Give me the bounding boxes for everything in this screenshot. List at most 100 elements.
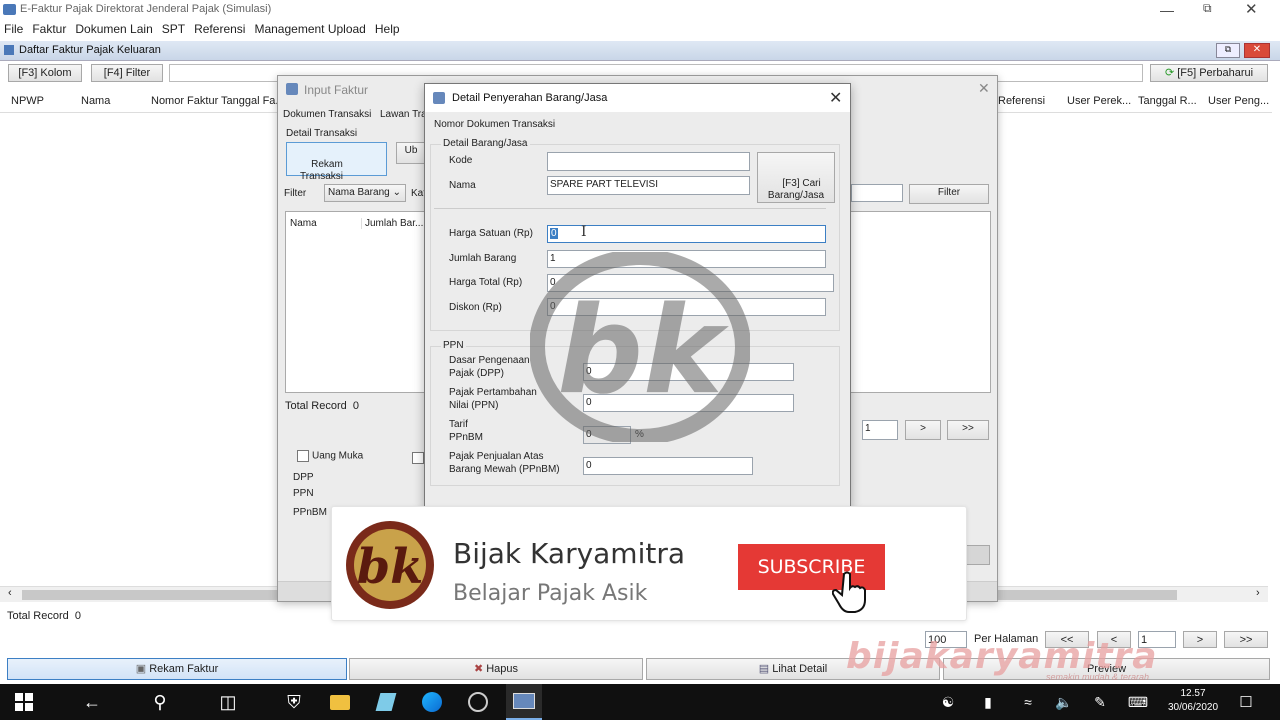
uang-muka-label: Uang Muka [312, 450, 364, 462]
hapus-button[interactable]: ✖ Hapus [349, 658, 643, 680]
diskon-label: Diskon (Rp) [449, 302, 502, 313]
col-nomor-faktur[interactable]: Nomor Faktur [151, 95, 218, 107]
volume-icon[interactable]: 🔈 [1046, 684, 1082, 720]
cari-barang-button[interactable]: [F3] Cari Barang/Jasa [757, 152, 835, 203]
kolom-button[interactable]: [F3] Kolom [8, 64, 82, 82]
ubah-button[interactable]: Ub [396, 142, 426, 164]
pen-icon[interactable]: ✎ [1082, 684, 1118, 720]
harga-satuan-label: Harga Satuan (Rp) [449, 228, 533, 239]
detail-close-icon[interactable]: ✕ [829, 88, 842, 108]
windows-start-icon[interactable] [6, 684, 42, 720]
total-record: Total Record 0 [7, 610, 81, 622]
filter-apply-button[interactable]: Filter [909, 184, 989, 204]
tab-lawan-transaksi[interactable]: Lawan Tra [380, 109, 427, 120]
filter-select-value: Nama Barang [328, 187, 390, 198]
group-divider [434, 208, 826, 209]
menu-item-file[interactable]: File [4, 22, 23, 36]
menu-item-dokumen-lain[interactable]: Dokumen Lain [75, 22, 152, 36]
internal-frame-titlebar: Daftar Faktur Pajak Keluaran ⧉ ✕ [0, 41, 1280, 61]
search-icon[interactable]: ⚲ [142, 684, 178, 720]
refresh-label: [F5] Perbaharui [1177, 67, 1254, 79]
minimize-icon[interactable]: — [1160, 2, 1174, 18]
add-doc-icon: ▣ [135, 663, 147, 675]
col-item-nama[interactable]: Nama [290, 218, 317, 229]
detail-titlebar: Detail Penyerahan Barang/Jasa ✕ [425, 84, 850, 112]
task-view-icon[interactable]: ◫ [210, 684, 246, 720]
col-npwp[interactable]: NPWP [11, 95, 44, 107]
app-titlebar: E-Faktur Pajak Direktorat Jenderal Pajak… [0, 0, 1280, 20]
media-player-icon[interactable] [460, 684, 496, 720]
filter-select[interactable]: Nama Barang ⌄ [324, 184, 406, 202]
input-next-button[interactable]: > [905, 420, 941, 440]
scroll-left-icon[interactable]: ‹ [8, 587, 12, 599]
rekam-transaksi-label: Rekam Transaksi [300, 159, 343, 182]
hapus-label: Hapus [486, 663, 519, 675]
col-tanggal-faktur[interactable]: Tanggal Fa... [221, 95, 285, 107]
rekam-faktur-button[interactable]: ▣ Rekam Faktur [7, 658, 347, 680]
notepad-icon[interactable] [368, 684, 404, 720]
frame-restore-icon[interactable]: ⧉ [1216, 43, 1240, 58]
col-user-perekam[interactable]: User Perek... [1067, 95, 1131, 107]
network-icon[interactable]: ≈ [1010, 684, 1046, 720]
filter-button[interactable]: [F4] Filter [91, 64, 163, 82]
col-nama[interactable]: Nama [81, 95, 110, 107]
input-faktur-close-icon[interactable]: ✕ [978, 80, 990, 97]
harga-satuan-input[interactable]: 0 [547, 225, 826, 243]
filter-input[interactable] [851, 184, 903, 202]
nama-input[interactable]: SPARE PART TELEVISI [547, 176, 750, 195]
menu-item-help[interactable]: Help [375, 22, 400, 36]
input-last-button[interactable]: >> [947, 420, 989, 440]
clock-time: 12.57 [1180, 688, 1206, 699]
keyboard-icon[interactable]: ⌨ [1120, 684, 1156, 720]
rekam-faktur-label: Rekam Faktur [149, 663, 219, 675]
second-checkbox[interactable] [412, 452, 424, 464]
tab-dokumen-transaksi[interactable]: Dokumen Transaksi [283, 109, 371, 120]
brand-watermark-text: bijakaryamitra [846, 636, 1158, 677]
detail-title: Detail Penyerahan Barang/Jasa [452, 92, 608, 104]
logo-text: bk [357, 539, 424, 595]
close-icon[interactable]: ✕ [1245, 0, 1258, 18]
col-referensi[interactable]: Referensi [998, 95, 1045, 107]
jumlah-barang-label: Jumlah Barang [449, 253, 517, 264]
scroll-right-icon[interactable]: › [1256, 587, 1260, 599]
menu-item-management-upload[interactable]: Management Upload [254, 22, 365, 36]
security-shield-icon[interactable]: ⛨ [276, 684, 312, 720]
refresh-icon: ⟳ [1164, 67, 1175, 79]
menu-item-referensi[interactable]: Referensi [194, 22, 245, 36]
rekam-transaksi-button[interactable]: Rekam Transaksi [286, 142, 387, 182]
efaktur-app-icon[interactable] [506, 684, 542, 720]
back-arrow-icon[interactable]: ← [74, 684, 110, 720]
frame-close-icon[interactable]: ✕ [1244, 43, 1270, 58]
col-user-pengubah[interactable]: User Peng... [1208, 95, 1269, 107]
battery-icon[interactable]: ▮ [970, 684, 1006, 720]
uang-muka-checkbox[interactable]: Uang Muka [297, 450, 363, 462]
restore-icon[interactable]: ⧉ [1203, 1, 1212, 16]
clock[interactable]: 12.57 30/06/2020 [1160, 687, 1226, 717]
hand-cursor-icon [832, 571, 866, 613]
refresh-button[interactable]: ⟳ [F5] Perbaharui [1150, 64, 1268, 82]
file-explorer-icon[interactable] [322, 684, 358, 720]
bk-watermark-logo: bk [530, 252, 750, 442]
edge-browser-icon[interactable] [414, 684, 450, 720]
delete-icon: ✖ [473, 663, 484, 675]
frame-title: Daftar Faktur Pajak Keluaran [19, 44, 161, 56]
menu-item-faktur[interactable]: Faktur [32, 22, 66, 36]
lihat-detail-label: Lihat Detail [772, 663, 828, 675]
kode-input[interactable] [547, 152, 750, 171]
col-tanggal-rekam[interactable]: Tanggal R... [1138, 95, 1197, 107]
input-page-input[interactable]: 1 [862, 420, 898, 440]
harga-total-label: Harga Total (Rp) [449, 277, 523, 288]
ppnbm-input[interactable]: 0 [583, 457, 753, 475]
java-icon [433, 92, 445, 104]
ppnbm-detail-label: Pajak Penjualan Atas Barang Mewah (PPnBM… [449, 451, 560, 475]
menu-item-spt[interactable]: SPT [162, 22, 185, 36]
people-icon[interactable]: ☯ [930, 684, 966, 720]
col-item-jumlah[interactable]: Jumlah Bar... [361, 218, 423, 229]
app-title: E-Faktur Pajak Direktorat Jenderal Pajak… [20, 3, 272, 15]
tarif-label: Tarif PPnBM [449, 419, 483, 443]
brand-watermark: bijakaryamitra semakin mudah & terarah [846, 636, 1266, 682]
notification-icon[interactable]: ☐ [1228, 684, 1264, 720]
frame-icon [4, 45, 14, 55]
channel-banner: bk Bijak Karyamitra Belajar Pajak Asik S… [331, 506, 967, 621]
kode-label: Kode [449, 155, 473, 166]
